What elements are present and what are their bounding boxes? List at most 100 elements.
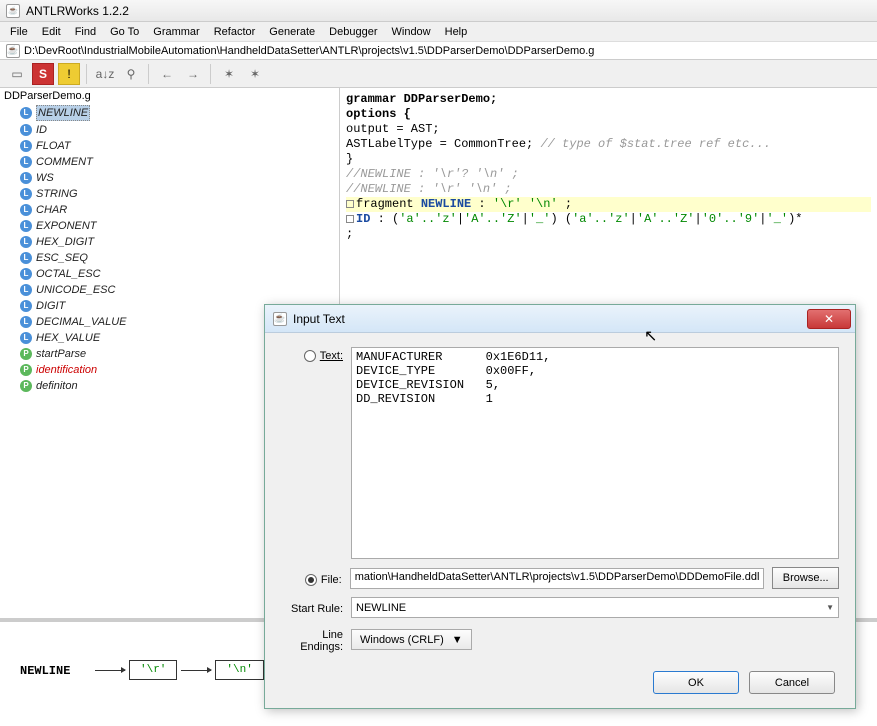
lexer-rule-icon: L [20, 236, 32, 248]
cancel-button[interactable]: Cancel [749, 671, 835, 694]
lexer-rule-icon: L [20, 300, 32, 312]
tree-item-id[interactable]: LID [0, 122, 339, 138]
menu-edit[interactable]: Edit [36, 24, 67, 40]
tree-root-label[interactable]: DDParserDemo.g [0, 88, 339, 104]
dialog-close-button[interactable]: ✕ [807, 309, 851, 329]
tree-item-label: WS [36, 171, 54, 185]
menu-grammar[interactable]: Grammar [147, 24, 205, 40]
tree-item-label: identification [36, 363, 97, 377]
diagram-token-box: '\r' [129, 660, 177, 680]
ok-button[interactable]: OK [653, 671, 739, 694]
input-text-dialog: ☕ Input Text ✕ Text: MANUFACTURER 0x1E6D… [264, 304, 856, 709]
tree-item-label: definiton [36, 379, 78, 393]
menu-window[interactable]: Window [386, 24, 437, 40]
tree-item-label: FLOAT [36, 139, 71, 153]
tree-item-label: DECIMAL_VALUE [36, 315, 126, 329]
menu-file[interactable]: File [4, 24, 34, 40]
fold-icon[interactable] [346, 215, 354, 223]
text-input-area[interactable]: MANUFACTURER 0x1E6D11, DEVICE_TYPE 0x00F… [351, 347, 839, 559]
lexer-rule-icon: L [20, 316, 32, 328]
toolbar-find-button[interactable]: ⚲ [120, 63, 142, 85]
tree-item-char[interactable]: LCHAR [0, 202, 339, 218]
editor-line: } [346, 152, 871, 167]
tree-item-label: startParse [36, 347, 86, 361]
file-radio-label[interactable]: File: [281, 571, 342, 586]
toolbar-warn-button[interactable]: ! [58, 63, 80, 85]
tree-item-label: UNICODE_ESC [36, 283, 115, 297]
tree-item-label: COMMENT [36, 155, 93, 169]
menu-find[interactable]: Find [69, 24, 102, 40]
lexer-rule-icon: L [20, 188, 32, 200]
tree-item-newline[interactable]: L NEWLINE [0, 104, 339, 122]
parser-rule-icon: P [20, 380, 32, 392]
tree-item-unicode_esc[interactable]: L UNICODE_ESC [0, 282, 339, 298]
menu-help[interactable]: Help [439, 24, 474, 40]
tree-item-ws[interactable]: L WS [0, 170, 339, 186]
lexer-rule-icon: L [20, 284, 32, 296]
toolbar-separator [210, 64, 212, 84]
lexer-rule-icon: L [20, 220, 32, 232]
tree-item-exponent[interactable]: LEXPONENT [0, 218, 339, 234]
editor-comment: // type of $stat.tree ref etc... [540, 137, 770, 151]
tree-item-label: HEX_DIGIT [36, 235, 94, 249]
diagram-arrow [181, 670, 211, 671]
java-icon: ☕ [273, 312, 287, 326]
file-radio[interactable] [305, 574, 317, 586]
start-rule-select[interactable]: NEWLINE ▼ [351, 597, 839, 618]
lexer-rule-icon: L [20, 268, 32, 280]
editor-comment: //NEWLINE : '\r' '\n' ; [346, 182, 871, 197]
tree-item-label: NEWLINE [36, 105, 90, 121]
editor-line: output = AST; [346, 122, 871, 137]
tree-item-octal_esc[interactable]: L OCTAL_ESC [0, 266, 339, 282]
text-radio[interactable] [304, 350, 316, 362]
tree-item-label: OCTAL_ESC [36, 267, 101, 281]
line-endings-combo[interactable]: Windows (CRLF) ▼ [351, 629, 472, 650]
tree-item-label: CHAR [36, 203, 67, 217]
tree-item-string[interactable]: L STRING [0, 186, 339, 202]
toolbar-sort-button[interactable]: a↓z [94, 63, 116, 85]
window-title: ANTLRWorks 1.2.2 [26, 4, 129, 18]
menu-generate[interactable]: Generate [263, 24, 321, 40]
menu-refactor[interactable]: Refactor [208, 24, 262, 40]
toolbar-next-button[interactable]: → [182, 63, 204, 85]
dialog-titlebar[interactable]: ☕ Input Text ✕ [265, 305, 855, 333]
editor-line: ; [346, 227, 871, 242]
browse-button[interactable]: Browse... [772, 567, 839, 589]
lexer-rule-icon: L [20, 332, 32, 344]
tree-item-hex_digit[interactable]: L HEX_DIGIT [0, 234, 339, 250]
tree-item-label: HEX_VALUE [36, 331, 100, 345]
tree-item-float[interactable]: LFLOAT [0, 138, 339, 154]
toolbar-debug1-button[interactable]: ✶ [218, 63, 240, 85]
editor-comment: //NEWLINE : '\r'? '\n' ; [346, 167, 871, 182]
start-rule-label: Start Rule: [281, 600, 343, 615]
lexer-rule-icon: L [20, 172, 32, 184]
parser-rule-icon: P [20, 348, 32, 360]
editor-line: ASTLabelType = CommonTree; [346, 137, 540, 151]
tree-item-esc_seq[interactable]: LESC_SEQ [0, 250, 339, 266]
toolbar-stop-button[interactable]: S [32, 63, 54, 85]
lexer-rule-icon: L [20, 124, 32, 136]
dialog-title: Input Text [293, 312, 801, 326]
java-icon: ☕ [6, 4, 20, 18]
tree-item-label: STRING [36, 187, 78, 201]
fold-icon[interactable] [346, 200, 354, 208]
toolbar-prev-button[interactable]: ← [156, 63, 178, 85]
toolbar-separator [86, 64, 88, 84]
toolbar: ▭ S ! a↓z ⚲ ← → ✶ ✶ [0, 60, 877, 88]
file-path-input[interactable]: mation\HandheldDataSetter\ANTLR\projects… [350, 568, 765, 589]
text-radio-label[interactable]: Text: [281, 347, 343, 362]
toolbar-btn-1[interactable]: ▭ [6, 63, 28, 85]
tree-item-comment[interactable]: LCOMMENT [0, 154, 339, 170]
lexer-rule-icon: L [20, 107, 32, 119]
toolbar-debug2-button[interactable]: ✶ [244, 63, 266, 85]
diagram-token-box: '\n' [215, 660, 263, 680]
chevron-down-icon: ▼ [826, 603, 834, 612]
file-icon: ☕ [6, 44, 20, 58]
menu-debugger[interactable]: Debugger [323, 24, 383, 40]
editor-highlighted-line: fragment NEWLINE : '\r' '\n' ; [346, 197, 871, 212]
tree-item-label: DIGIT [36, 299, 65, 313]
window-titlebar: ☕ ANTLRWorks 1.2.2 [0, 0, 877, 22]
menu-goto[interactable]: Go To [104, 24, 145, 40]
editor-line: ID : ('a'..'z'|'A'..'Z'|'_') ('a'..'z'|'… [346, 212, 871, 227]
diagram-rule-name: NEWLINE [20, 664, 70, 678]
